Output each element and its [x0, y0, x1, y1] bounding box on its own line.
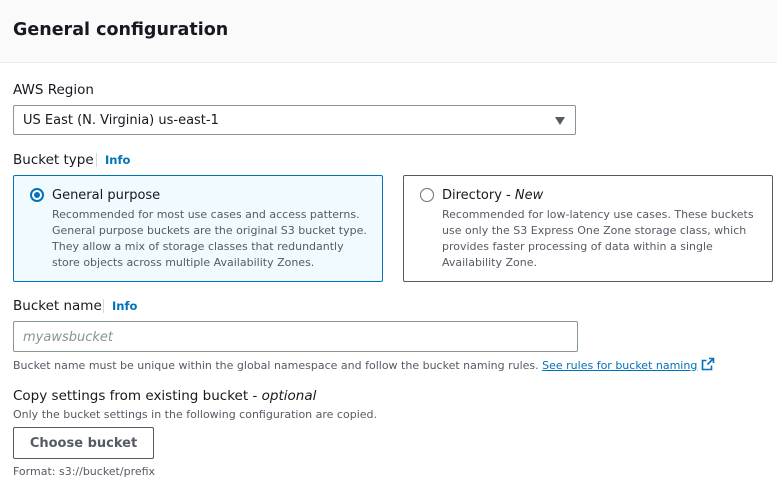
copy-settings-description: Only the bucket settings in the followin…: [13, 408, 377, 421]
info-separator: [96, 153, 97, 167]
info-separator: [103, 299, 104, 313]
bucket-naming-rules-link[interactable]: See rules for bucket naming: [542, 357, 715, 375]
general-purpose-description: Recommended for most use cases and acces…: [52, 208, 367, 269]
region-label: AWS Region: [13, 82, 94, 98]
bucket-name-hint: Bucket name must be unique within the gl…: [13, 357, 715, 375]
bucket-name-input[interactable]: myawsbucket: [13, 321, 578, 352]
directory-radio[interactable]: [420, 188, 434, 202]
panel-title: General configuration: [13, 20, 229, 40]
bucket-type-general-purpose-tile[interactable]: General purpose Recommended for most use…: [13, 175, 383, 282]
copy-settings-label: Copy settings from existing bucket - opt…: [13, 388, 317, 404]
region-select[interactable]: US East (N. Virginia) us-east-1: [13, 105, 576, 135]
caret-down-icon: [555, 117, 565, 125]
region-select-value: US East (N. Virginia) us-east-1: [23, 113, 219, 128]
general-purpose-radio[interactable]: [30, 188, 44, 202]
bucket-type-info-link[interactable]: Info: [105, 152, 130, 168]
bucket-name-hint-text: Bucket name must be unique within the gl…: [13, 359, 539, 372]
directory-description: Recommended for low-latency use cases. T…: [442, 208, 754, 269]
directory-new-badge: New: [514, 188, 544, 203]
choose-bucket-button[interactable]: Choose bucket: [13, 427, 154, 459]
bucket-type-label: Bucket type: [13, 152, 94, 168]
bucket-name-label: Bucket name: [13, 298, 102, 314]
external-link-icon: [701, 357, 715, 375]
bucket-type-directory-tile[interactable]: Directory - New Recommended for low-late…: [403, 175, 773, 282]
bucket-name-placeholder: myawsbucket: [23, 330, 113, 345]
directory-title: Directory - New: [442, 188, 544, 203]
format-hint: Format: s3://bucket/prefix: [13, 465, 156, 478]
panel-header: General configuration: [0, 0, 777, 63]
optional-tag: optional: [261, 388, 317, 404]
general-purpose-title: General purpose: [52, 188, 161, 203]
bucket-name-info-link[interactable]: Info: [112, 298, 137, 314]
